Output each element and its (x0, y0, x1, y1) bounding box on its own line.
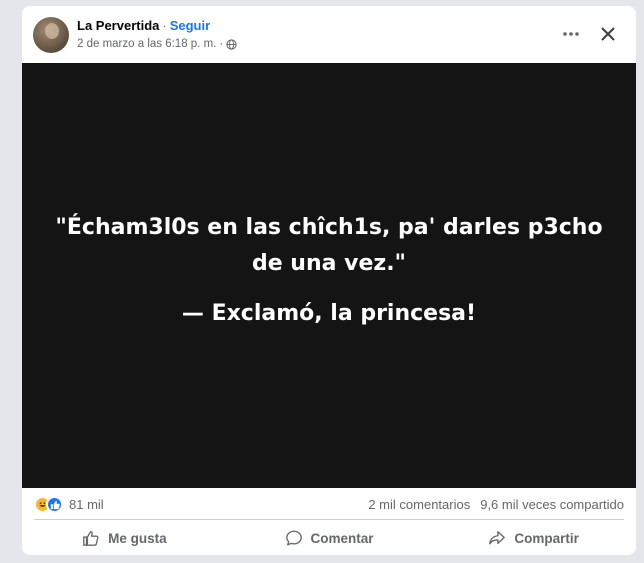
image-quote-text: "Écham3l0s en las chîch1s, pa' darles p3… (55, 214, 603, 276)
post-date[interactable]: 2 de marzo a las 6:18 p. m. (77, 38, 216, 50)
engagement-counts: 2 mil comentarios 9,6 mil veces comparti… (368, 497, 624, 512)
shares-count[interactable]: 9,6 mil veces compartido (480, 497, 624, 512)
thumbs-up-icon (83, 531, 99, 546)
post-stats: 81 mil 2 mil comentarios 9,6 mil veces c… (22, 492, 636, 518)
comment-button[interactable]: Comentar (227, 522, 432, 554)
share-button[interactable]: Compartir (431, 522, 636, 554)
follow-link[interactable]: Seguir (170, 18, 210, 33)
comment-label: Comentar (310, 530, 374, 546)
meta-separator: · (219, 38, 224, 50)
like-label: Me gusta (108, 530, 167, 546)
reactions-summary[interactable]: 81 mil (34, 496, 104, 513)
avatar[interactable] (33, 17, 69, 53)
author-name[interactable]: La Pervertida (77, 18, 159, 33)
author-line: La Pervertida · Seguir (77, 18, 210, 33)
separator-dot: · (162, 18, 167, 33)
share-icon (489, 531, 506, 545)
post-image[interactable]: "Écham3l0s en las chîch1s, pa' darles p3… (22, 63, 636, 488)
post-actions: Me gusta Comentar Compartir (22, 522, 636, 554)
divider (34, 519, 624, 520)
globe-icon (226, 38, 237, 50)
reactions-count[interactable]: 81 mil (69, 497, 104, 512)
comment-icon (285, 530, 302, 546)
more-options-icon[interactable] (558, 24, 584, 44)
comments-count[interactable]: 2 mil comentarios (368, 497, 470, 512)
share-label: Compartir (514, 530, 579, 546)
image-attribution-text: — Exclamó, la princesa! (181, 300, 477, 326)
post-header: La Pervertida · Seguir 2 de marzo a las 6:… (22, 6, 636, 62)
post-card: La Pervertida · Seguir 2 de marzo a las 6:… (22, 6, 636, 555)
post-meta: 2 de marzo a las 6:18 p. m. · (77, 38, 237, 50)
like-button[interactable]: Me gusta (22, 522, 227, 554)
close-icon[interactable] (596, 22, 620, 46)
like-icon (46, 496, 63, 513)
